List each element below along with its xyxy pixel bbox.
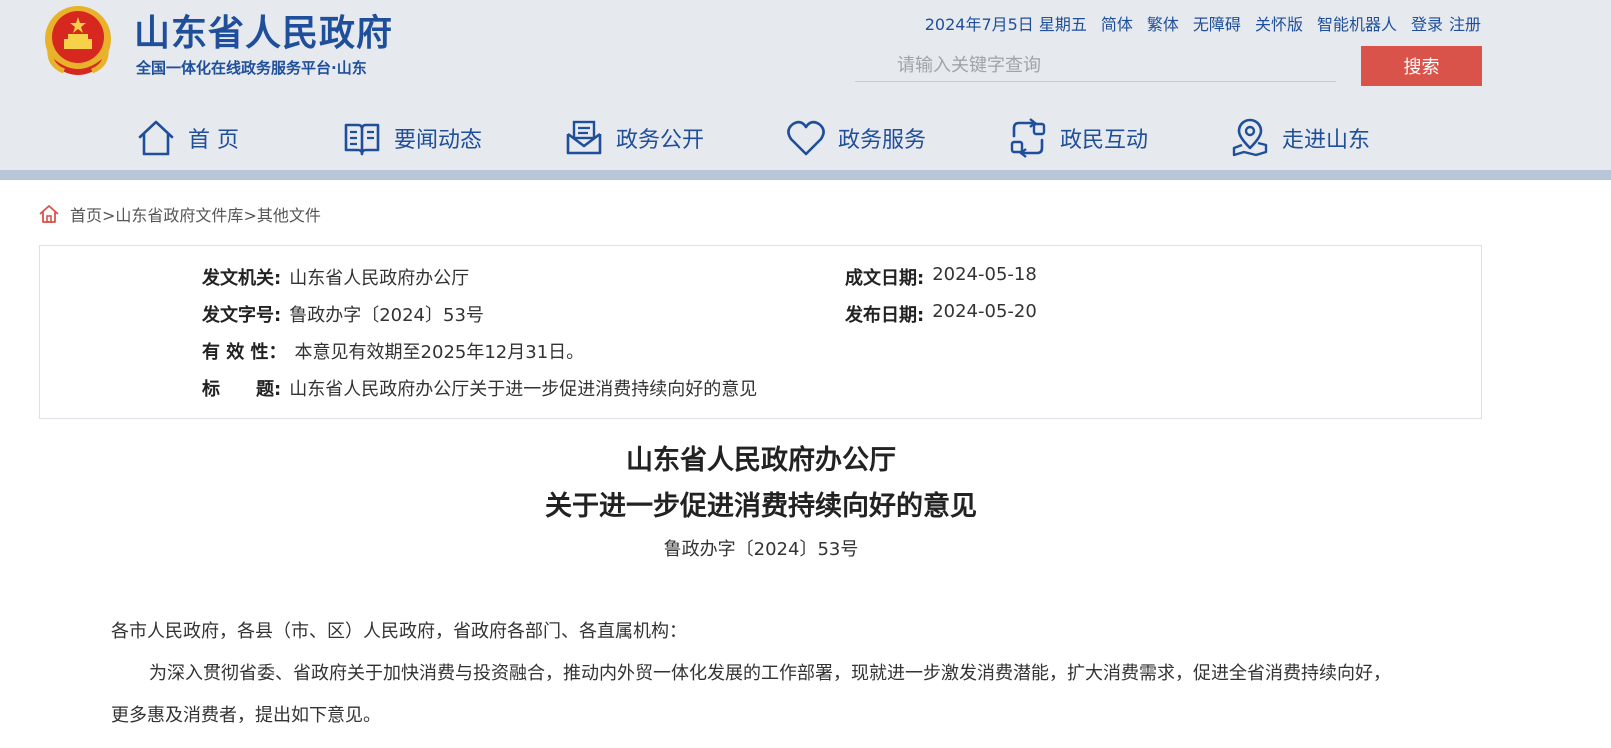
- meta-created-label: 成文日期:: [845, 268, 925, 289]
- meta-doc-no: 发文字号: 鲁政办字〔2024〕53号: [202, 301, 484, 327]
- meta-title: 标 题: 山东省人民政府办公厅关于进一步促进消费持续向好的意见: [202, 375, 757, 401]
- meta-created-value: 2024-05-18: [932, 264, 1037, 285]
- breadcrumb-home[interactable]: 首页: [70, 206, 102, 225]
- meta-issuer: 发文机关: 山东省人民政府办公厅: [202, 264, 469, 290]
- document-number: 鲁政办字〔2024〕53号: [663, 539, 859, 560]
- breadcrumb-file-library[interactable]: 山东省政府文件库: [115, 206, 243, 225]
- document-addressee: 各市人民政府，各县（市、区）人民政府，省政府各部门、各直属机构：: [111, 621, 687, 642]
- meta-validity-label: 有 效 性：: [202, 342, 287, 363]
- site-header: 山东省人民政府 全国一体化在线政务服务平台·山东 2024年7月5日 星期五 简…: [0, 0, 1611, 170]
- meta-created: 成文日期: 2024-05-18: [845, 264, 1037, 290]
- meta-published: 发布日期: 2024-05-20: [845, 301, 1037, 327]
- top-links: 2024年7月5日 星期五 简体 繁体 无障碍 关怀版 智能机器人 登录 注册: [925, 11, 1481, 35]
- search-button[interactable]: 搜索: [1361, 46, 1482, 86]
- nav-open-gov[interactable]: 政务公开: [564, 110, 704, 166]
- document-paragraph: 为深入贯彻省委、省政府关于加快消费与投资融合，推动内外贸一体化发展的工作部署，现…: [111, 663, 1391, 726]
- link-simplified[interactable]: 简体: [1101, 11, 1133, 35]
- nav-news[interactable]: 要闻动态: [342, 110, 482, 166]
- meta-doc-no-label: 发文字号:: [202, 305, 282, 326]
- nav-services-label: 政务服务: [838, 128, 927, 153]
- book-icon: [344, 123, 380, 156]
- nav-open-gov-label: 政务公开: [616, 128, 705, 153]
- home-icon[interactable]: [38, 203, 60, 225]
- link-care-mode[interactable]: 关怀版: [1255, 11, 1303, 35]
- meta-title-value: 山东省人民政府办公厅关于进一步促进消费持续向好的意见: [289, 379, 758, 400]
- nav-interaction[interactable]: 政民互动: [1008, 110, 1148, 166]
- meta-issuer-label: 发文机关:: [202, 268, 282, 289]
- nav-news-label: 要闻动态: [394, 128, 483, 153]
- link-accessibility[interactable]: 无障碍: [1193, 11, 1241, 35]
- breadcrumb-separator: >: [102, 206, 116, 225]
- breadcrumb-separator: >: [243, 206, 257, 225]
- interaction-icon: [1010, 118, 1046, 158]
- meta-validity: 有 效 性： 本意见有效期至2025年12月31日。: [202, 338, 584, 364]
- meta-published-label: 发布日期:: [845, 305, 925, 326]
- link-traditional[interactable]: 繁体: [1147, 11, 1179, 35]
- link-robot[interactable]: 智能机器人: [1317, 11, 1397, 35]
- header-divider-bar: [0, 170, 1611, 180]
- nav-interaction-label: 政民互动: [1060, 128, 1149, 153]
- document-title-line-2: 关于进一步促进消费持续向好的意见: [545, 491, 977, 522]
- search-box: [855, 48, 1336, 82]
- home-icon: [138, 120, 174, 156]
- nav-home-label: 首 页: [188, 128, 239, 153]
- nav-about-label: 走进山东: [1282, 128, 1371, 153]
- national-emblem-icon[interactable]: [40, 3, 116, 79]
- document-title-line-1: 山东省人民政府办公厅: [626, 445, 896, 476]
- search-input[interactable]: [855, 48, 1336, 82]
- meta-validity-value: 本意见有效期至2025年12月31日。: [294, 342, 585, 363]
- heart-icon: [787, 120, 825, 156]
- login-link[interactable]: 登录: [1411, 11, 1443, 35]
- inbox-icon: [566, 120, 602, 155]
- meta-doc-no-value: 鲁政办字〔2024〕53号: [289, 305, 484, 326]
- meta-published-value: 2024-05-20: [932, 301, 1037, 322]
- site-title[interactable]: 山东省人民政府: [134, 4, 393, 56]
- nav-about[interactable]: 走进山东: [1230, 110, 1370, 166]
- current-date: 2024年7月5日 星期五: [924, 15, 1087, 34]
- meta-issuer-value: 山东省人民政府办公厅: [289, 268, 470, 289]
- register-link[interactable]: 注册: [1449, 11, 1481, 35]
- nav-services[interactable]: 政务服务: [786, 110, 926, 166]
- map-pin-icon: [1232, 118, 1268, 157]
- breadcrumb-other-files[interactable]: 其他文件: [257, 206, 321, 225]
- main-nav: 首 页 要闻动态 政务公开 政务服务 政民互动 走进山东: [0, 110, 1611, 166]
- document-meta-box: 发文机关: 山东省人民政府办公厅 发文字号: 鲁政办字〔2024〕53号 有 效…: [39, 245, 1482, 419]
- breadcrumb: 首页>山东省政府文件库>其他文件: [38, 202, 321, 226]
- nav-home[interactable]: 首 页: [136, 110, 239, 166]
- site-subtitle: 全国一体化在线政务服务平台·山东: [136, 59, 367, 77]
- meta-title-label: 标 题:: [202, 379, 282, 400]
